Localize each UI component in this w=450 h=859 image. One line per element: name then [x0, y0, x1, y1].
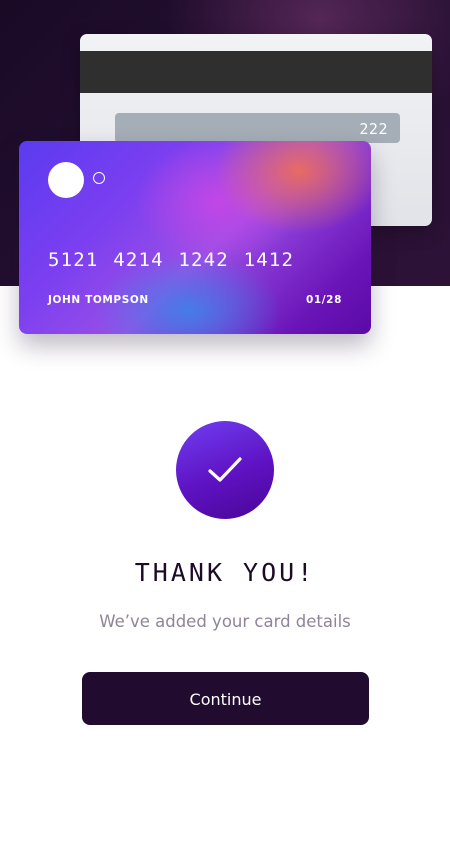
- card-logo-circle-icon: [48, 162, 84, 198]
- continue-button[interactable]: Continue: [82, 672, 369, 725]
- card-front: 5121 4214 1242 1412 JOHN TOMPSON 01/28: [19, 141, 371, 334]
- magnetic-stripe: [80, 51, 432, 93]
- card-logo-ring-icon: [93, 172, 105, 184]
- success-badge: [176, 421, 274, 519]
- card-cvc: 222: [359, 120, 388, 138]
- card-number: 5121 4214 1242 1412: [48, 249, 295, 271]
- checkmark-icon: [208, 457, 242, 482]
- signature-strip: 222: [115, 113, 400, 143]
- card-expiry: 01/28: [305, 294, 342, 306]
- page-title: THANK YOU!: [134, 558, 316, 587]
- card-holder-name: JOHN TOMPSON: [48, 294, 149, 306]
- confirmation-message: We’ve added your card details: [99, 612, 351, 631]
